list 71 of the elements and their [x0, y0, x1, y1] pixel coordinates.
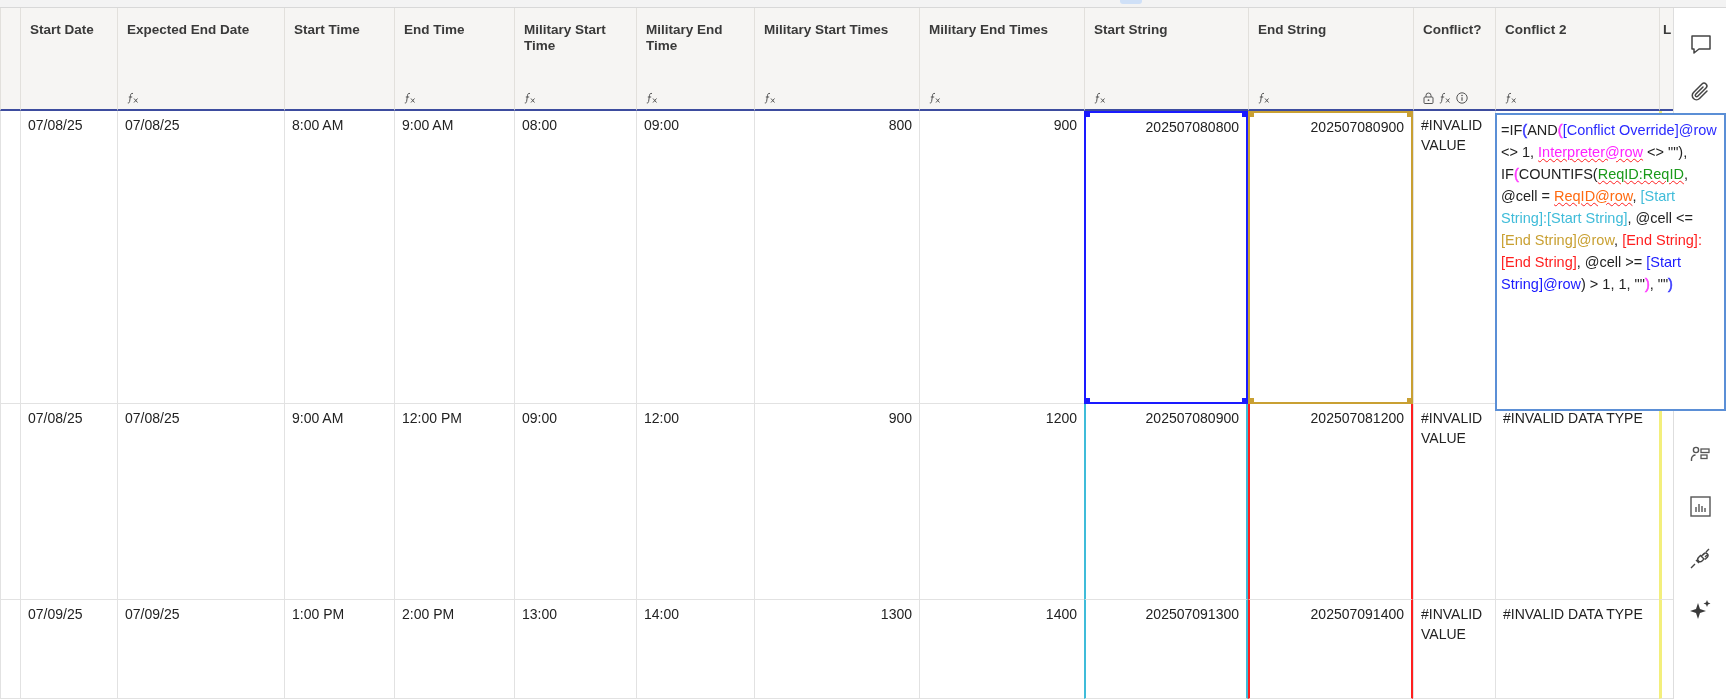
column-title: Military End Time: [646, 22, 724, 54]
table-cell[interactable]: 2:00 PM: [394, 600, 514, 699]
table-cell[interactable]: 900: [919, 111, 1084, 404]
column-title: Conflict?: [1423, 22, 1483, 38]
table-cell[interactable]: 202507091400: [1248, 600, 1413, 699]
table-cell[interactable]: 202507081200: [1248, 404, 1413, 600]
table-cell[interactable]: 09:00: [636, 111, 754, 404]
column-title: Military End Times: [929, 22, 1050, 38]
column-title: Conflict 2: [1505, 22, 1568, 38]
table-cell[interactable]: 9:00 AM: [394, 111, 514, 404]
header-cell[interactable]: Expected End Date: [117, 8, 284, 111]
column-title: Expected End Date: [127, 22, 251, 38]
table-cell[interactable]: #INVALID DATA TYPE: [1495, 600, 1659, 699]
header-cell[interactable]: Military End Time: [636, 8, 754, 111]
column-title: L: [1663, 22, 1673, 38]
header-cell[interactable]: Conflict?: [1413, 8, 1495, 111]
row-handle-cell[interactable]: [0, 600, 20, 699]
column-title: Start Time: [294, 22, 361, 38]
table-cell[interactable]: #INVALID VALUE: [1413, 600, 1495, 699]
table-cell[interactable]: 13:00: [514, 600, 636, 699]
table-cell[interactable]: 1400: [919, 600, 1084, 699]
table-cell[interactable]: 800: [754, 111, 919, 404]
selection-handle[interactable]: [1407, 112, 1412, 117]
header-cell[interactable]: Start Time: [284, 8, 394, 111]
header-cell[interactable]: Military Start Times: [754, 8, 919, 111]
formula-edit-dialog[interactable]: =IF(AND([Conflict Override]@row <> 1, Interpreter@row <> ""), IF(COUNTIFS(ReqID:ReqID, @cell = ReqID@row, [Start String]:[Start String], @cell <= [End String]@row, [End String]:[End String], @cell >= [Start String]@row) > 1, 1, ""), ""): [1495, 113, 1726, 411]
column-title: Military Start Times: [764, 22, 890, 38]
table-cell[interactable]: 8:00 AM: [284, 111, 394, 404]
table-cell[interactable]: 202507091300: [1084, 600, 1248, 699]
table-cell[interactable]: 12:00: [636, 404, 754, 600]
table-cell[interactable]: 14:00: [636, 600, 754, 699]
table-cell[interactable]: 1300: [754, 600, 919, 699]
table-cell[interactable]: 9:00 AM: [284, 404, 394, 600]
table-cell[interactable]: 12:00 PM: [394, 404, 514, 600]
table-cell[interactable]: 202507080900: [1084, 404, 1248, 600]
column-title: End Time: [404, 22, 466, 38]
table-cell[interactable]: 07/09/25: [20, 600, 117, 699]
column-title: Start String: [1094, 22, 1169, 38]
table-cell[interactable]: 202507080900: [1248, 111, 1413, 404]
header-cell[interactable]: Conflict 2: [1495, 8, 1659, 111]
column-title: End String: [1258, 22, 1328, 38]
selection-handle[interactable]: [1407, 398, 1412, 403]
table-cell[interactable]: 1:00 PM: [284, 600, 394, 699]
header-cell[interactable]: Military End Times: [919, 8, 1084, 111]
selection-handle[interactable]: [1085, 112, 1090, 117]
column-title: Start Date: [30, 22, 95, 38]
table-cell[interactable]: 07/08/25: [20, 111, 117, 404]
header-cell[interactable]: Start String: [1084, 8, 1248, 111]
plug-icon: [1688, 546, 1712, 570]
header-cell[interactable]: Military Start Time: [514, 8, 636, 111]
table-cell[interactable]: 07/08/25: [117, 111, 284, 404]
table-cell[interactable]: #INVALID VALUE: [1413, 404, 1495, 600]
table-cell[interactable]: 07/09/25: [117, 600, 284, 699]
column-title: Military Start Time: [524, 22, 607, 54]
header-cell[interactable]: Start Date: [20, 8, 117, 111]
row-handle-cell[interactable]: [0, 404, 20, 600]
header-cell[interactable]: End Time: [394, 8, 514, 111]
table-cell[interactable]: 1200: [919, 404, 1084, 600]
table-cell[interactable]: 900: [754, 404, 919, 600]
table-cell[interactable]: 202507080800: [1084, 111, 1248, 404]
bar-chart-icon: [1688, 494, 1712, 518]
comment-icon: [1688, 32, 1712, 56]
header-cell[interactable]: L: [1659, 8, 1673, 111]
selection-handle[interactable]: [1085, 398, 1090, 403]
header-cell[interactable]: End String: [1248, 8, 1413, 111]
table-cell[interactable]: 08:00: [514, 111, 636, 404]
tab-handle[interactable]: [1120, 0, 1142, 4]
table-cell[interactable]: 09:00: [514, 404, 636, 600]
table-cell[interactable]: 07/08/25: [117, 404, 284, 600]
table-cell[interactable]: 07/08/25: [20, 404, 117, 600]
row-handle-cell[interactable]: [0, 111, 20, 404]
